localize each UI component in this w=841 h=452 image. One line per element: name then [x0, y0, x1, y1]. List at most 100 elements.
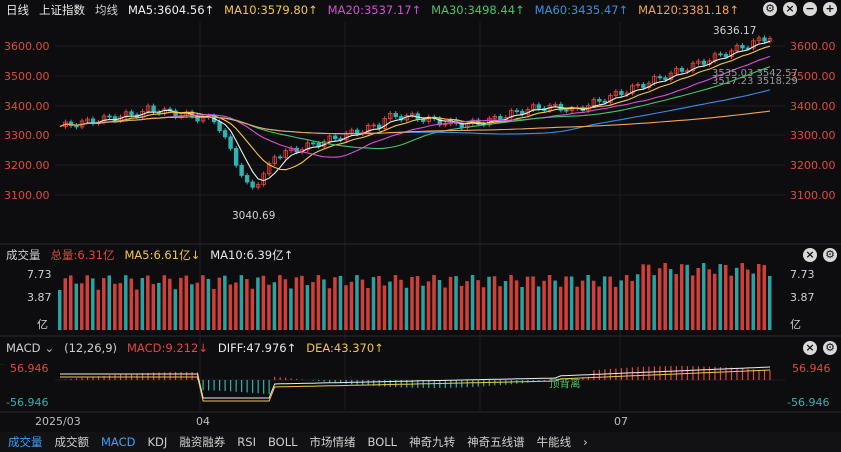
close-icon[interactable]: ×: [803, 248, 817, 262]
volume-bar: [443, 287, 447, 330]
chevron-down-icon[interactable]: ⌄: [44, 341, 54, 355]
volume-bar: [531, 276, 535, 330]
volume-bar: [762, 265, 766, 330]
volume-bar: [575, 286, 579, 330]
volume-bar: [338, 275, 343, 330]
tab-kdj[interactable]: KDJ: [147, 435, 167, 449]
candle-body: [762, 37, 767, 42]
volume-bar: [525, 276, 530, 330]
close-icon[interactable]: ×: [803, 341, 817, 355]
volume-bar: [283, 279, 288, 330]
volume-bar: [63, 278, 68, 330]
volume-bar: [113, 283, 117, 330]
volume-bar: [646, 264, 651, 330]
volume-bar: [168, 278, 172, 330]
volume-bar: [206, 278, 211, 330]
volume-icons: × ⚙: [803, 248, 837, 262]
volume-bar: [102, 278, 106, 330]
volume-bar: [146, 275, 150, 330]
tab-boll-2[interactable]: BOLL: [368, 435, 398, 449]
macd-label[interactable]: MACD: [6, 341, 40, 355]
volume-bar: [294, 277, 299, 330]
candle-body: [228, 136, 233, 149]
tab-sentiment[interactable]: 市场情绪: [310, 434, 356, 450]
ma10-line: [59, 45, 771, 171]
tab-boll[interactable]: BOLL: [268, 435, 298, 449]
tab-five-line[interactable]: 神奇五线谱: [467, 434, 525, 450]
tab-amount[interactable]: 成交额: [55, 434, 90, 450]
macd-icons: × ⚙: [803, 341, 837, 355]
volume-bar: [173, 289, 178, 330]
high-annotation: 3636.17: [713, 25, 757, 37]
volume-label[interactable]: 成交量: [6, 247, 41, 263]
volume-bar: [415, 276, 420, 330]
tab-rsi[interactable]: RSI: [237, 435, 256, 449]
candle-body: [597, 99, 602, 102]
volume-bar: [190, 284, 194, 330]
macd-chart: [55, 366, 785, 402]
volume-bar: [371, 277, 376, 330]
volume-bar: [305, 284, 310, 330]
volume-bar: [635, 274, 640, 330]
volume-bar: [366, 287, 370, 330]
macd-legend-bar: MACD ⌄ (12,26,9) MACD:9.212↓ DIFF:47.976…: [0, 339, 841, 357]
candle-body: [723, 54, 729, 58]
volume-bar: [245, 279, 249, 330]
volume-bar: [162, 275, 167, 330]
volume-bar: [641, 264, 645, 330]
volume-bar: [250, 288, 255, 330]
volume-bar: [272, 282, 277, 330]
volume-bar: [558, 286, 563, 330]
volume-bar: [135, 289, 139, 330]
low-annotation: 3040.69: [232, 210, 276, 222]
candle-body: [239, 164, 244, 176]
tab-nine-turn[interactable]: 神奇九转: [409, 434, 455, 450]
volume-bar: [756, 264, 761, 330]
volume-bar: [217, 277, 222, 330]
volume-bar: [393, 275, 398, 330]
volume-bar: [256, 277, 260, 330]
volume-bar: [212, 288, 216, 330]
volume-bar: [234, 282, 238, 330]
volume-bar: [723, 264, 728, 330]
tab-macd[interactable]: MACD: [101, 435, 135, 449]
volume-bar: [591, 280, 596, 330]
volume-bar: [437, 279, 442, 330]
volume-bar: [184, 275, 189, 330]
volume-bar: [674, 274, 678, 330]
volume-bar: [448, 276, 453, 330]
ma-annotation: 3517.23 3518.29: [712, 76, 798, 87]
vol-axis-top: 7.73: [27, 268, 52, 281]
volume-bar: [74, 283, 79, 330]
vol-axis-mid: 3.87: [790, 291, 815, 304]
macd-axis-top: 56.946: [792, 362, 831, 375]
diff-value: DIFF:47.976↑: [217, 341, 297, 355]
dea-value: DEA:43.370↑: [306, 341, 384, 355]
candle-body: [393, 112, 398, 118]
volume-bar: [157, 282, 161, 330]
tab-volume[interactable]: 成交量: [8, 434, 43, 450]
volume-bar: [421, 285, 425, 330]
volume-bar: [520, 286, 524, 330]
diff-line: [60, 366, 771, 399]
volume-bar: [465, 281, 469, 330]
volume-bar: [547, 275, 552, 330]
volume-bar: [630, 280, 634, 330]
volume-bar: [85, 275, 90, 330]
volume-bar: [327, 288, 332, 330]
candle-body: [657, 76, 663, 79]
candle-body: [233, 148, 239, 166]
tab-bull-line[interactable]: 牛能线: [537, 434, 572, 450]
candle-body: [244, 175, 250, 183]
tab-margin[interactable]: 融资融券: [179, 434, 225, 450]
volume-bar: [542, 280, 546, 330]
volume-bar: [701, 263, 706, 330]
chevron-right-icon[interactable]: ›: [583, 435, 588, 449]
candle-body: [332, 135, 338, 140]
volume-bar: [228, 284, 233, 330]
settings-icon[interactable]: ⚙: [823, 341, 837, 355]
volume-bar: [459, 285, 464, 330]
volume-bar: [712, 273, 717, 330]
volume-bar: [333, 277, 337, 330]
settings-icon[interactable]: ⚙: [823, 248, 837, 262]
